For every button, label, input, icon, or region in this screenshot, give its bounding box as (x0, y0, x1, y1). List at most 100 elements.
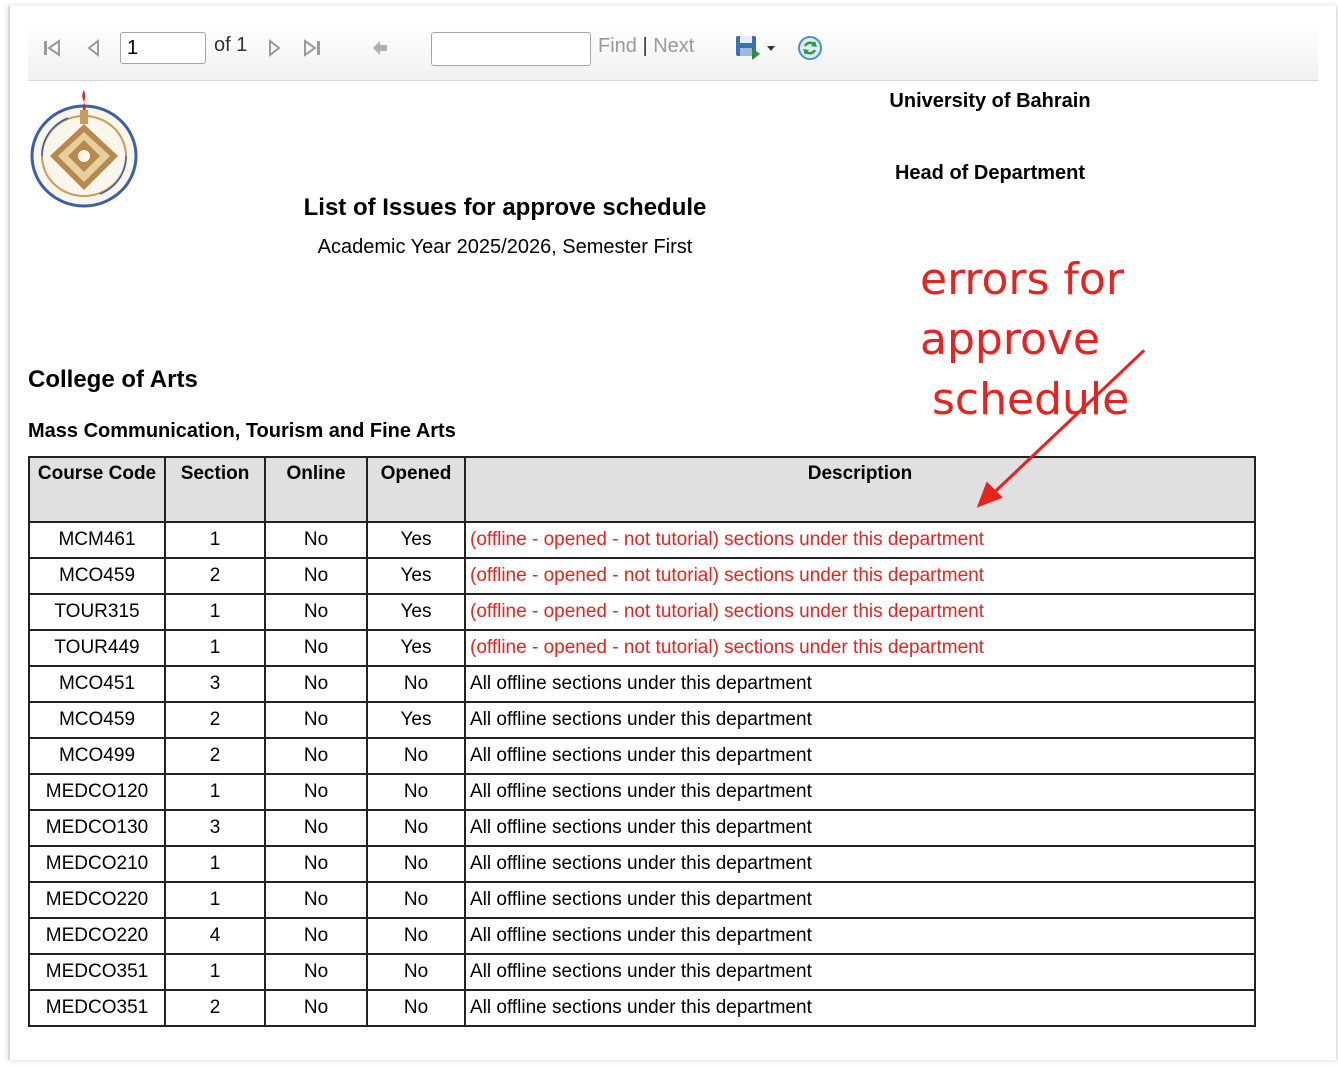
cell-online: No (264, 629, 368, 667)
cell-opened: Yes (366, 593, 466, 631)
table-row: MEDCO220 1 No No All offline sections under … (28, 881, 1256, 919)
cell-description: All offline sections under this departme… (464, 845, 1256, 883)
cell-description: All offline sections under this departme… (464, 953, 1256, 991)
cell-description: All offline sections under this departme… (464, 737, 1256, 775)
cell-course-code: MEDCO220 (28, 917, 166, 955)
issues-table: Course Code Section Online Opened Descri… (28, 456, 1256, 1027)
cell-online: No (264, 773, 368, 811)
cell-description: (offline - opened - not tutorial) sectio… (464, 557, 1256, 595)
table-row: MEDCO210 1 No No All offline sections under … (28, 845, 1256, 883)
cell-course-code: MEDCO351 (28, 953, 166, 991)
annotation-line-1: errors for approve (920, 254, 1124, 365)
cell-description: All offline sections under this departme… (464, 773, 1256, 811)
previous-page-icon[interactable] (84, 38, 104, 58)
cell-course-code: MEDCO351 (28, 989, 166, 1027)
report-viewer: 1 of 1 Find | Next University of Bahrain… (8, 6, 1337, 1060)
find-link[interactable]: Find (598, 35, 637, 57)
cell-section: 1 (164, 845, 266, 883)
cell-online: No (264, 737, 368, 775)
cell-opened: Yes (366, 629, 466, 667)
cell-course-code: MCO499 (28, 737, 166, 775)
error-annotation: errors for approve schedule (910, 250, 1310, 430)
cell-online: No (264, 665, 368, 703)
cell-opened: No (366, 773, 466, 811)
table-row: MCM461 1 No Yes (offline - opened - not tuto… (28, 521, 1256, 559)
cell-section: 4 (164, 917, 266, 955)
header-description: Description (464, 456, 1256, 523)
cell-course-code: MCO459 (28, 701, 166, 739)
role-label: Head of Department (894, 162, 1086, 184)
table-row: MEDCO351 2 No No All offline sections under … (28, 989, 1256, 1027)
cell-online: No (264, 701, 368, 739)
cell-section: 1 (164, 629, 266, 667)
cell-online: No (264, 521, 368, 559)
report-subtitle: Academic Year 2025/2026, Semester First (317, 236, 693, 258)
cell-course-code: MEDCO120 (28, 773, 166, 811)
table-row: MCO499 2 No No All offline sections under th… (28, 737, 1256, 775)
back-icon[interactable] (370, 38, 390, 58)
cell-section: 3 (164, 665, 266, 703)
table-row: MCO459 2 No Yes (offline - opened - not tuto… (28, 557, 1256, 595)
cell-course-code: MCO459 (28, 557, 166, 595)
cell-opened: No (366, 953, 466, 991)
table-row: MEDCO130 3 No No All offline sections under … (28, 809, 1256, 847)
refresh-icon[interactable] (796, 34, 824, 62)
cell-course-code: MEDCO130 (28, 809, 166, 847)
cell-course-code: TOUR449 (28, 629, 166, 667)
report-title: List of Issues for approve schedule (303, 194, 707, 221)
table-row: MEDCO120 1 No No All offline sections under … (28, 773, 1256, 811)
cell-description: All offline sections under this departme… (464, 701, 1256, 739)
cell-section: 2 (164, 737, 266, 775)
last-page-icon[interactable] (302, 38, 322, 58)
cell-opened: No (366, 809, 466, 847)
table-row: TOUR449 1 No Yes (offline - opened - not tut… (28, 629, 1256, 667)
table-row: TOUR315 1 No Yes (offline - opened - not tut… (28, 593, 1256, 631)
cell-description: All offline sections under this departme… (464, 665, 1256, 703)
header-online: Online (264, 456, 368, 523)
cell-online: No (264, 809, 368, 847)
cell-online: No (264, 881, 368, 919)
cell-course-code: MCO451 (28, 665, 166, 703)
cell-opened: No (366, 917, 466, 955)
cell-opened: No (366, 845, 466, 883)
cell-online: No (264, 557, 368, 595)
export-icon[interactable] (734, 34, 778, 60)
cell-section: 1 (164, 593, 266, 631)
cell-course-code: MEDCO220 (28, 881, 166, 919)
cell-section: 2 (164, 557, 266, 595)
annotation-line-2: schedule (932, 374, 1130, 425)
cell-online: No (264, 953, 368, 991)
table-body: MCM461 1 No Yes (offline - opened - not tuto… (28, 521, 1256, 1027)
find-separator: | (642, 35, 648, 57)
cell-opened: No (366, 737, 466, 775)
cell-section: 1 (164, 953, 266, 991)
table-header-row: Course Code Section Online Opened Descri… (28, 456, 1256, 523)
find-input[interactable] (431, 32, 591, 66)
table-row: MCO451 3 No No All offline sections under th… (28, 665, 1256, 703)
page-count-label: of 1 (214, 34, 248, 56)
cell-section: 2 (164, 701, 266, 739)
cell-opened: No (366, 989, 466, 1027)
first-page-icon[interactable] (42, 38, 62, 58)
cell-online: No (264, 989, 368, 1027)
cell-online: No (264, 593, 368, 631)
cell-section: 1 (164, 773, 266, 811)
cell-course-code: MEDCO210 (28, 845, 166, 883)
cell-description: (offline - opened - not tutorial) sectio… (464, 629, 1256, 667)
header-course-code: Course Code (28, 456, 166, 523)
next-page-icon[interactable] (264, 38, 284, 58)
cell-opened: Yes (366, 521, 466, 559)
cell-opened: No (366, 881, 466, 919)
cell-description: (offline - opened - not tutorial) sectio… (464, 521, 1256, 559)
cell-opened: No (366, 665, 466, 703)
cell-section: 1 (164, 881, 266, 919)
cell-course-code: TOUR315 (28, 593, 166, 631)
cell-online: No (264, 917, 368, 955)
university-logo (28, 86, 140, 210)
next-link[interactable]: Next (653, 35, 694, 57)
table-row: MEDCO220 4 No No All offline sections under … (28, 917, 1256, 955)
cell-section: 3 (164, 809, 266, 847)
cell-opened: Yes (366, 557, 466, 595)
page-number-input[interactable]: 1 (120, 32, 206, 64)
university-name: University of Bahrain (889, 90, 1091, 112)
